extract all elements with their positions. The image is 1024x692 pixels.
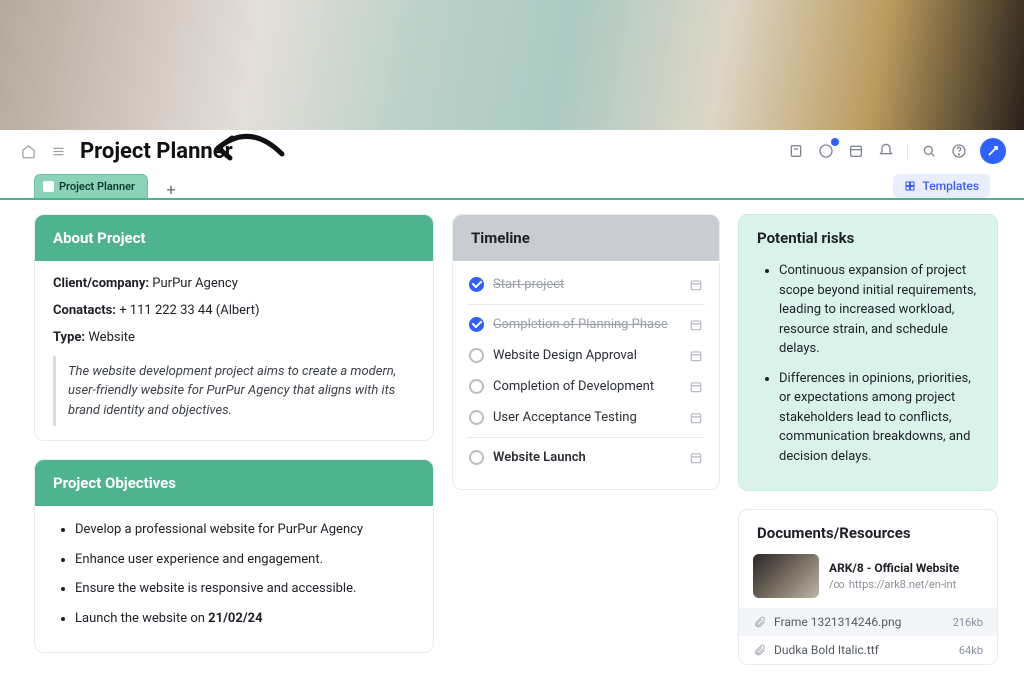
templates-button[interactable]: Templates <box>893 174 990 198</box>
templates-label: Templates <box>922 179 979 193</box>
timeline-item[interactable]: Completion of Planning Phase <box>467 309 705 340</box>
file-name: Dudka Bold Italic.ttf <box>774 643 879 657</box>
timeline-label: Website Design Approval <box>493 348 680 363</box>
risks-card: Potential risks Continuous expansion of … <box>738 214 998 491</box>
add-tab-button[interactable]: + <box>162 180 180 198</box>
timeline-label: User Acceptance Testing <box>493 410 680 425</box>
calendar-icon[interactable] <box>689 278 703 292</box>
risk-item: Differences in opinions, priorities, or … <box>779 369 979 467</box>
link-icon: /∞ <box>829 578 845 591</box>
check-empty-icon[interactable] <box>469 348 484 363</box>
calendar-icon[interactable] <box>847 142 865 160</box>
about-project-header: About Project <box>35 215 433 261</box>
updates-icon[interactable] <box>817 142 835 160</box>
search-icon[interactable] <box>920 142 938 160</box>
objectives-list: Develop a professional website for PurPu… <box>53 520 415 628</box>
about-description: The website development project aims to … <box>53 356 415 427</box>
timeline-label: Completion of Planning Phase <box>493 317 680 332</box>
risks-header: Potential risks <box>739 215 997 261</box>
topbar: Project Planner <box>0 130 1024 164</box>
document-title: ARK/8 - Official Website <box>829 561 959 575</box>
calendar-icon[interactable] <box>689 380 703 394</box>
check-empty-icon[interactable] <box>469 379 484 394</box>
check-empty-icon[interactable] <box>469 410 484 425</box>
topbar-actions <box>787 138 1006 164</box>
objectives-card: Project Objectives Develop a professiona… <box>34 459 434 653</box>
menu-icon[interactable] <box>48 141 68 161</box>
help-icon[interactable] <box>950 142 968 160</box>
paperclip-icon <box>753 644 766 657</box>
home-icon[interactable] <box>18 141 38 161</box>
paperclip-icon <box>753 616 766 629</box>
timeline-card: Timeline Start project Completion of Pla… <box>452 214 720 490</box>
document-file-row[interactable]: Frame 1321314246.png 216kb <box>739 608 997 636</box>
objective-item: Launch the website on 21/02/24 <box>75 609 415 629</box>
tabs-row: Project Planner + Templates <box>0 164 1024 200</box>
timeline-item[interactable]: Website Design Approval <box>467 340 705 371</box>
objective-item: Ensure the website is responsive and acc… <box>75 579 415 599</box>
timeline-item[interactable]: Start project <box>467 269 705 300</box>
quick-action-button[interactable] <box>980 138 1006 164</box>
timeline-item[interactable]: Completion of Development <box>467 371 705 402</box>
board: About Project Client/company: PurPur Age… <box>0 200 1024 685</box>
timeline-item[interactable]: User Acceptance Testing <box>467 402 705 433</box>
documents-header: Documents/Resources <box>739 510 997 548</box>
about-project-card: About Project Client/company: PurPur Age… <box>34 214 434 441</box>
bell-icon[interactable] <box>877 142 895 160</box>
timeline-header: Timeline <box>453 215 719 261</box>
objective-item: Develop a professional website for PurPu… <box>75 520 415 540</box>
divider <box>907 143 908 159</box>
document-url: /∞ https://ark8.net/en-int <box>829 578 959 591</box>
calendar-icon[interactable] <box>689 451 703 465</box>
calendar-icon[interactable] <box>689 411 703 425</box>
file-size: 216kb <box>953 616 983 629</box>
objective-item: Enhance user experience and engagement. <box>75 550 415 570</box>
document-thumbnail <box>753 554 819 598</box>
risk-item: Continuous expansion of project scope be… <box>779 261 979 359</box>
timeline-item[interactable]: Website Launch <box>467 442 705 473</box>
documents-card: Documents/Resources ARK/8 - Official Web… <box>738 509 998 665</box>
file-size: 64kb <box>959 644 983 657</box>
timeline-label: Website Launch <box>493 450 680 465</box>
objectives-header: Project Objectives <box>35 460 433 506</box>
document-link[interactable]: ARK/8 - Official Website /∞ https://ark8… <box>753 554 983 598</box>
note-icon[interactable] <box>787 142 805 160</box>
document-file-row[interactable]: Dudka Bold Italic.ttf 64kb <box>739 636 997 664</box>
tab-label: Project Planner <box>59 180 135 193</box>
calendar-icon[interactable] <box>689 349 703 363</box>
check-done-icon[interactable] <box>469 277 484 292</box>
tab-project-planner[interactable]: Project Planner <box>34 174 148 198</box>
tab-doc-icon <box>43 181 54 192</box>
check-done-icon[interactable] <box>469 317 484 332</box>
timeline-label: Completion of Development <box>493 379 680 394</box>
calendar-icon[interactable] <box>689 318 703 332</box>
check-empty-icon[interactable] <box>469 450 484 465</box>
file-name: Frame 1321314246.png <box>774 615 901 629</box>
risks-list: Continuous expansion of project scope be… <box>757 261 979 466</box>
timeline-label: Start project <box>493 277 680 292</box>
hero-banner <box>0 0 1024 130</box>
